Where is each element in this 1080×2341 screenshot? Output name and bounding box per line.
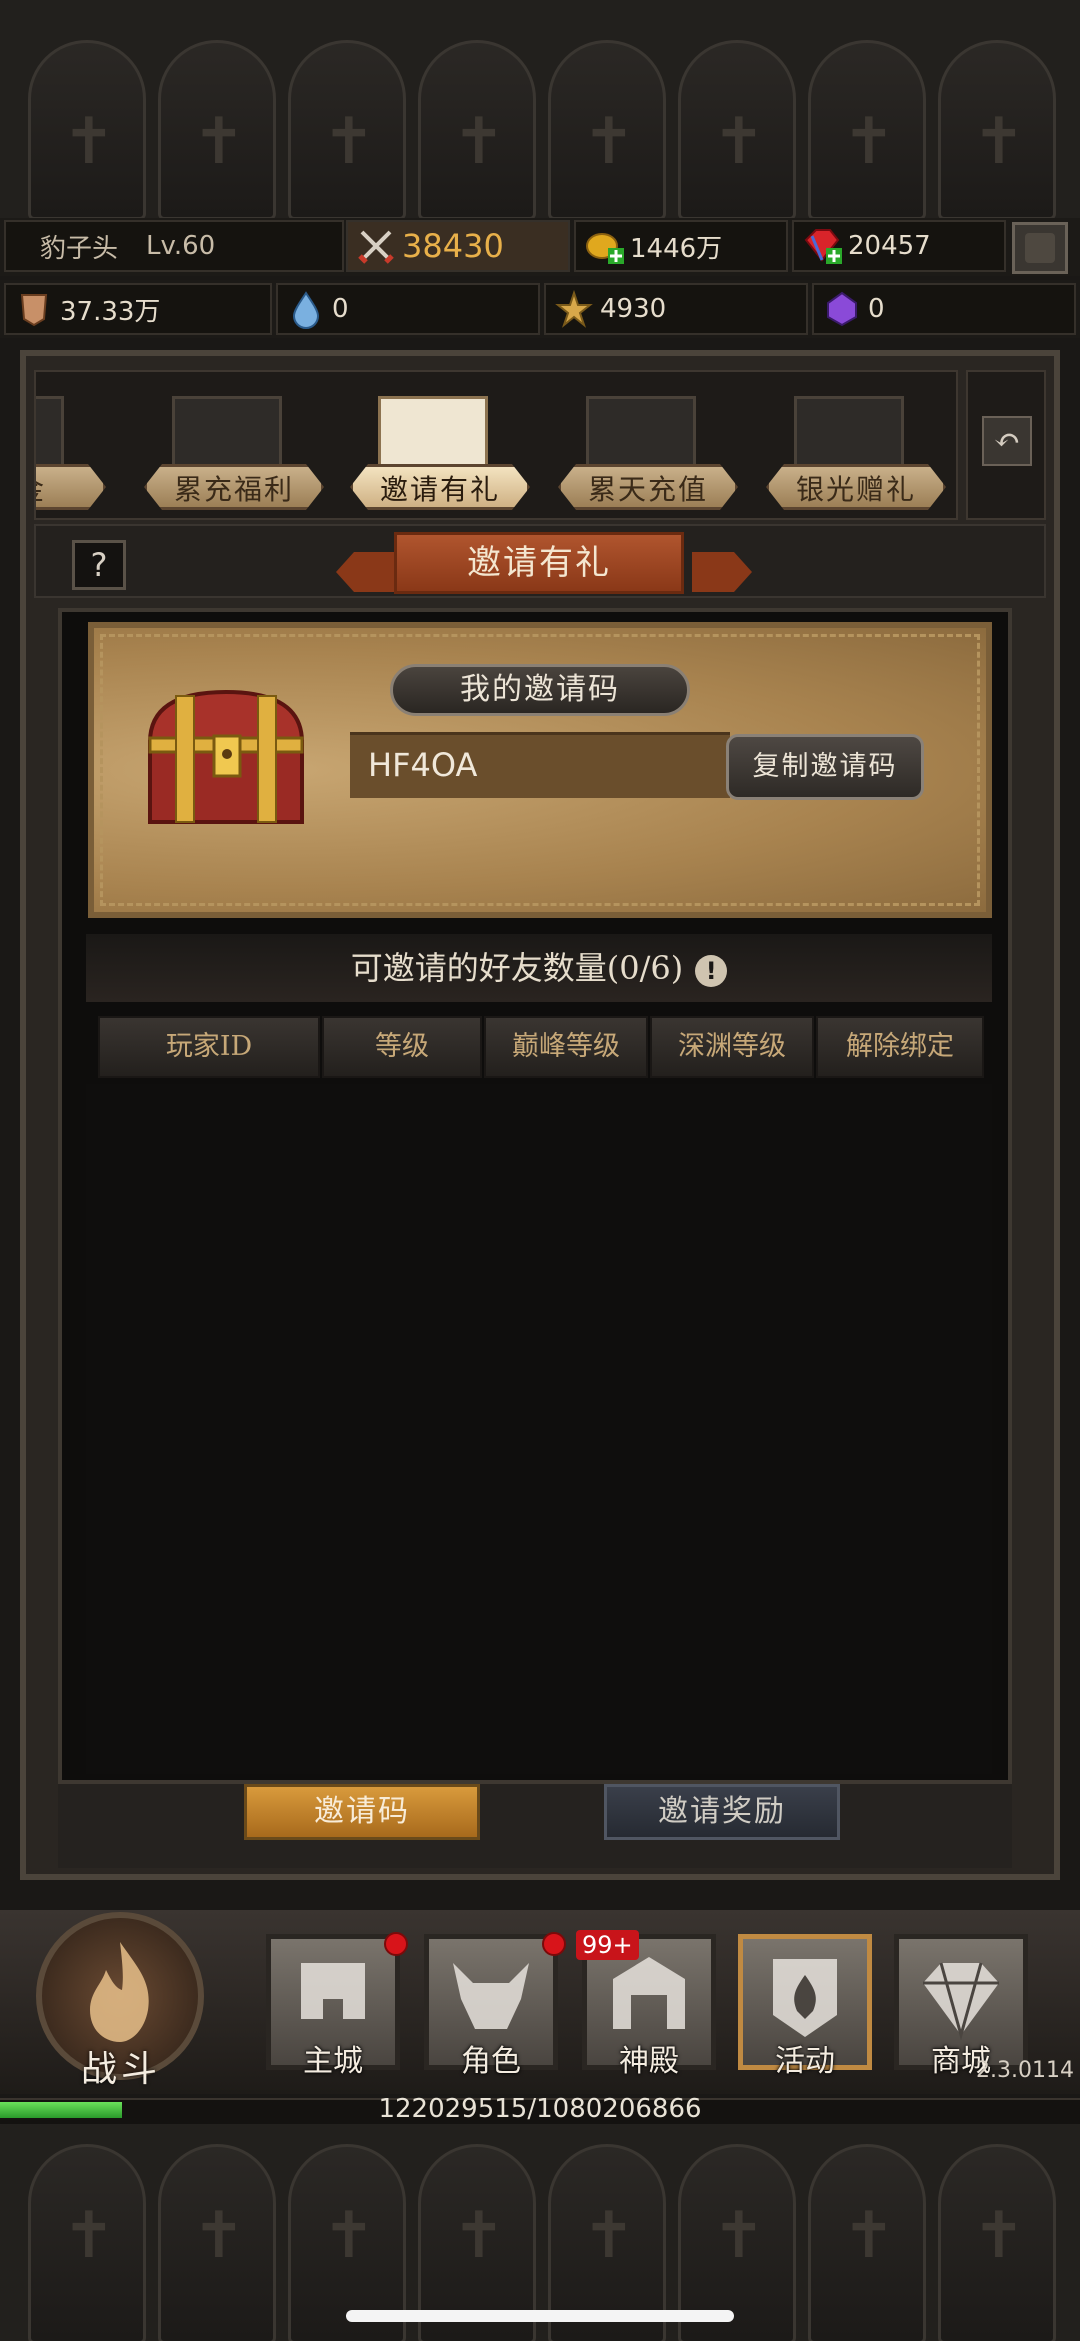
- crossed-swords-icon: [356, 226, 396, 266]
- gems-value: 20457: [848, 231, 931, 261]
- invitable-friends-count: 可邀请的好友数量(0/6): [350, 949, 684, 987]
- treasure-chest-icon: [136, 682, 316, 832]
- tab-label: 银光赠礼: [766, 464, 946, 510]
- notification-dot: [384, 1932, 408, 1956]
- mana-bar: 0: [276, 283, 540, 335]
- menu-button[interactable]: [1012, 222, 1068, 274]
- nav-label-character: 角色: [461, 2044, 521, 2079]
- bottom-toggle-strip: [58, 1784, 1012, 1868]
- invite-reward-tab-button[interactable]: 邀请奖励: [604, 1784, 840, 1840]
- notification-badge: 99+: [576, 1930, 639, 1960]
- defense-bar: 37.33万: [4, 283, 272, 335]
- gold-bar[interactable]: 1446万: [574, 220, 788, 272]
- gold-coins-plus-icon[interactable]: [584, 226, 624, 266]
- friends-list: [86, 1084, 992, 1774]
- help-button[interactable]: ?: [72, 540, 126, 590]
- column-level: 等级: [322, 1016, 482, 1078]
- version-label: 2.3.0114: [976, 2058, 1074, 2083]
- water-drop-icon: [286, 289, 326, 329]
- red-gem-plus-icon[interactable]: [802, 226, 842, 266]
- defense-value: 37.33万: [60, 296, 161, 327]
- fight-label: 战斗: [80, 2049, 161, 2090]
- invite-code-field: HF4OA: [350, 732, 730, 798]
- player-level: Lv.60: [146, 231, 216, 261]
- power-bar: 38430: [346, 220, 570, 272]
- castle-icon: [1025, 233, 1055, 263]
- copy-invite-code-button[interactable]: 复制邀请码: [726, 734, 924, 800]
- nav-label-main-city: 主城: [303, 2044, 363, 2079]
- gothic-background-bottom: ✝ ✝ ✝ ✝ ✝ ✝ ✝ ✝: [0, 2124, 1080, 2341]
- nav-label-temple: 神殿: [619, 2044, 679, 2079]
- player-name-bar[interactable]: 豹子头 Lv.60: [4, 220, 344, 272]
- page-title: 邀请有礼: [394, 532, 684, 594]
- tab-label: 累天充值: [558, 464, 738, 510]
- power-value: 38430: [402, 227, 504, 265]
- crystal-value: 0: [868, 294, 885, 324]
- column-abyss-level: 深渊等级: [650, 1016, 814, 1078]
- column-peak-level: 巅峰等级: [484, 1016, 648, 1078]
- tab-label: 邀请有礼: [350, 464, 530, 510]
- mana-value: 0: [332, 294, 349, 324]
- home-indicator[interactable]: [346, 2310, 734, 2322]
- column-player-id: 玩家ID: [98, 1016, 320, 1078]
- player-name: 豹子头: [40, 233, 119, 264]
- armor-icon: [14, 289, 54, 329]
- gold-value: 1446万: [630, 233, 723, 264]
- tab-label: 基金: [36, 464, 106, 510]
- star-emblem-icon: [554, 289, 594, 329]
- info-icon[interactable]: !: [695, 954, 728, 987]
- notification-dot: [542, 1932, 566, 1956]
- xp-text: 122029515/1080206866: [378, 2094, 702, 2124]
- invitable-friends-header: 可邀请的好友数量(0/6)!: [86, 934, 992, 1002]
- event-tabs: 基金 累充福利 邀请有礼 累天充值 银光赠礼: [34, 370, 958, 520]
- soul-value: 4930: [600, 294, 667, 324]
- soul-bar: 4930: [544, 283, 808, 335]
- nav-label-activity: 活动: [775, 2044, 835, 2079]
- column-unbind: 解除绑定: [816, 1016, 984, 1078]
- return-arrow-icon: ↶: [982, 416, 1032, 466]
- purple-crystal-icon: [822, 289, 862, 329]
- gems-bar[interactable]: 20457: [792, 220, 1006, 272]
- crystal-bar: 0: [812, 283, 1076, 335]
- back-button[interactable]: ↶: [966, 370, 1046, 520]
- invite-code-tab-button[interactable]: 邀请码: [244, 1784, 480, 1840]
- gothic-background-top: ✝ ✝ ✝ ✝ ✝ ✝ ✝ ✝: [0, 0, 1080, 218]
- tab-label: 累充福利: [144, 464, 324, 510]
- my-invite-code-label: 我的邀请码: [390, 664, 690, 716]
